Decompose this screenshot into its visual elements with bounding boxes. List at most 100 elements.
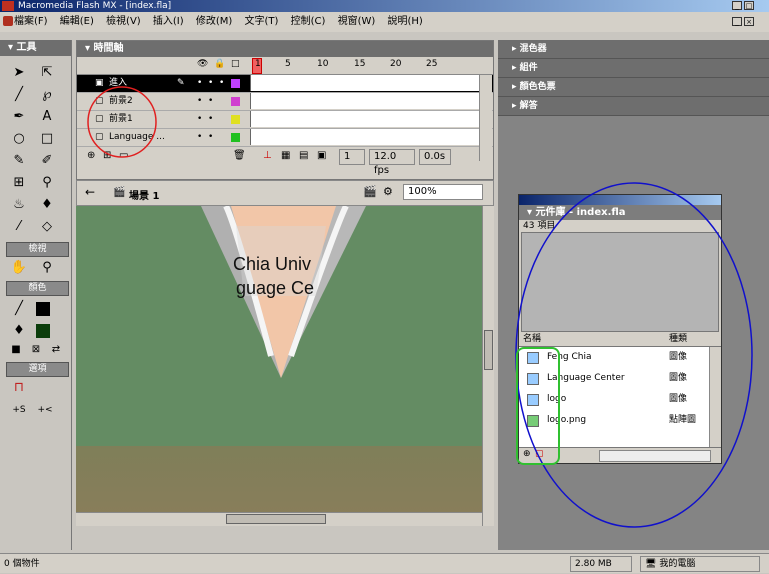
layer-visibility-dots: • •	[197, 132, 214, 142]
current-frame-display: 1	[339, 149, 365, 165]
status-object-count: 0 個物件	[4, 559, 40, 569]
color-section-label: 顏色	[6, 281, 69, 296]
status-bar: 0 個物件 2.80 MB 🖥 我的電腦	[0, 553, 769, 573]
computer-icon: 🖥	[645, 559, 657, 569]
stage-hscroll-thumb[interactable]	[226, 514, 326, 524]
zoom-tool-icon[interactable]: ⚲	[36, 257, 58, 279]
layer-color-swatch	[231, 97, 240, 106]
panel-components[interactable]: ▸ 組件	[498, 59, 769, 78]
layer-frames[interactable]	[250, 93, 481, 109]
pen-tool-icon[interactable]: ✒	[8, 106, 30, 128]
document-icon	[3, 16, 13, 26]
pencil-tool-icon[interactable]: ✎	[8, 150, 30, 172]
stage-vscroll-thumb[interactable]	[484, 330, 493, 370]
pencil-edit-icon: ✎	[177, 78, 185, 88]
doc-close-button[interactable]: ×	[744, 17, 754, 26]
stroke-color-swatch[interactable]	[36, 302, 50, 316]
maximize-button[interactable]: □	[744, 1, 754, 10]
timeline-vertical-scrollbar[interactable]	[479, 75, 492, 161]
menu-modify[interactable]: 修改(M)	[196, 16, 232, 27]
stage-text-line1: Chia Univ	[233, 254, 312, 274]
arrow-tool-icon[interactable]: ➤	[8, 62, 30, 84]
stage-text-line2: guage Ce	[236, 278, 315, 298]
edit-multiple-frames-icon[interactable]: ▣	[317, 150, 326, 161]
smooth-option-icon[interactable]: +S	[8, 399, 30, 421]
eyedropper-tool-icon[interactable]: ⁄	[8, 216, 30, 238]
menu-control[interactable]: 控制(C)	[291, 16, 326, 27]
status-file-size: 2.80 MB	[570, 556, 632, 572]
panel-answers[interactable]: ▸ 解答	[498, 97, 769, 116]
stroke-color-icon[interactable]: ╱	[8, 298, 30, 320]
doc-restore-button[interactable]: _	[732, 17, 742, 26]
panel-mixer[interactable]: ▸ 混色器	[498, 40, 769, 59]
line-tool-icon[interactable]: ╱	[8, 84, 30, 106]
edit-scene-icon[interactable]: 🎬	[363, 185, 377, 198]
timeline-header: ▾ 時間軸	[77, 41, 493, 57]
minimize-button[interactable]: _	[732, 1, 742, 10]
panel-swatches-label: 顏色色票	[519, 82, 556, 92]
back-arrow-icon[interactable]: ←	[85, 185, 95, 199]
stage-canvas[interactable]: Chia Univ guage Ce	[76, 206, 494, 526]
straighten-option-icon[interactable]: +<	[34, 399, 56, 421]
panel-swatches[interactable]: ▸ 顏色色票	[498, 78, 769, 97]
delete-layer-icon[interactable]: 🗑	[233, 150, 246, 161]
window-title-bar: Macromedia Flash MX - [index.fla]	[0, 0, 769, 12]
toolbox-title: 工具	[16, 42, 37, 53]
brush-tool-icon[interactable]: ✐	[36, 150, 58, 172]
free-transform-tool-icon[interactable]: ⊞	[8, 172, 30, 194]
rectangle-tool-icon[interactable]: □	[36, 128, 58, 150]
menu-file[interactable]: 檔案(F)	[14, 16, 48, 27]
show-hide-all-icon[interactable]: 👁	[197, 59, 208, 69]
view-section-label: 檢視	[6, 242, 69, 257]
menu-view[interactable]: 檢視(V)	[106, 16, 141, 27]
menu-edit[interactable]: 編輯(E)	[60, 16, 94, 27]
fill-color-swatch[interactable]	[36, 324, 50, 338]
swap-colors-icon[interactable]: ⇄	[48, 342, 64, 358]
no-color-icon[interactable]: ⊠	[28, 342, 44, 358]
layer-visibility-dots: • •	[197, 96, 214, 106]
paint-bucket-tool-icon[interactable]: ♦	[36, 194, 58, 216]
frame-number: 1	[255, 59, 261, 69]
layer-frames[interactable]	[250, 111, 481, 127]
frame-rate-display[interactable]: 12.0 fps	[369, 149, 415, 176]
edit-bar: ← 🎬 場景 1 🎬 ⚙ 100%	[76, 180, 494, 206]
lock-all-icon[interactable]: 🔒	[214, 59, 225, 69]
status-location: 🖥 我的電腦	[640, 556, 760, 572]
panel-components-label: 組件	[519, 63, 538, 73]
ink-bottle-tool-icon[interactable]: ♨	[8, 194, 30, 216]
menu-window[interactable]: 視窗(W)	[338, 16, 376, 27]
zoom-select[interactable]: 100%	[403, 184, 483, 200]
layer-color-swatch	[231, 115, 240, 124]
frame-number: 20	[390, 59, 402, 69]
edit-symbol-icon[interactable]: ⚙	[383, 185, 393, 198]
subselect-tool-icon[interactable]: ⇱	[36, 62, 58, 84]
menu-bar: 檔案(F) 編輯(E) 檢視(V) 插入(I) 修改(M) 文字(T) 控制(C…	[0, 12, 769, 32]
center-frame-icon[interactable]: ⊥	[263, 150, 272, 161]
fill-transform-tool-icon[interactable]: ⚲	[36, 172, 58, 194]
green-box-annotation	[516, 347, 560, 465]
layer-frames[interactable]	[250, 75, 481, 91]
fill-color-icon[interactable]: ♦	[8, 320, 30, 342]
frame-number: 15	[354, 59, 366, 69]
frame-number: 10	[317, 59, 329, 69]
toolbox-header: ▾ 工具	[0, 40, 71, 56]
layer-frames[interactable]	[250, 129, 481, 145]
frame-number: 25	[426, 59, 438, 69]
default-colors-icon[interactable]: ■	[8, 342, 24, 358]
eraser-tool-icon[interactable]: ◇	[36, 216, 58, 238]
onion-outline-icon[interactable]: ▤	[299, 150, 308, 161]
text-tool-icon[interactable]: A	[36, 106, 58, 128]
hand-tool-icon[interactable]: ✋	[8, 257, 30, 279]
scene-name: 場景 1	[129, 191, 160, 202]
snap-magnet-icon[interactable]: ⊓	[8, 377, 30, 399]
onion-skin-icon[interactable]: ▦	[281, 150, 290, 161]
menu-text[interactable]: 文字(T)	[244, 16, 278, 27]
menu-help[interactable]: 說明(H)	[387, 16, 422, 27]
lasso-tool-icon[interactable]: ℘	[36, 84, 58, 106]
app-title: Macromedia Flash MX - [index.fla]	[18, 1, 172, 11]
oval-tool-icon[interactable]: ○	[8, 128, 30, 150]
layer-color-swatch	[231, 133, 240, 142]
outline-all-icon[interactable]: □	[231, 59, 240, 69]
elapsed-time-display: 0.0s	[419, 149, 451, 165]
menu-insert[interactable]: 插入(I)	[153, 16, 184, 27]
